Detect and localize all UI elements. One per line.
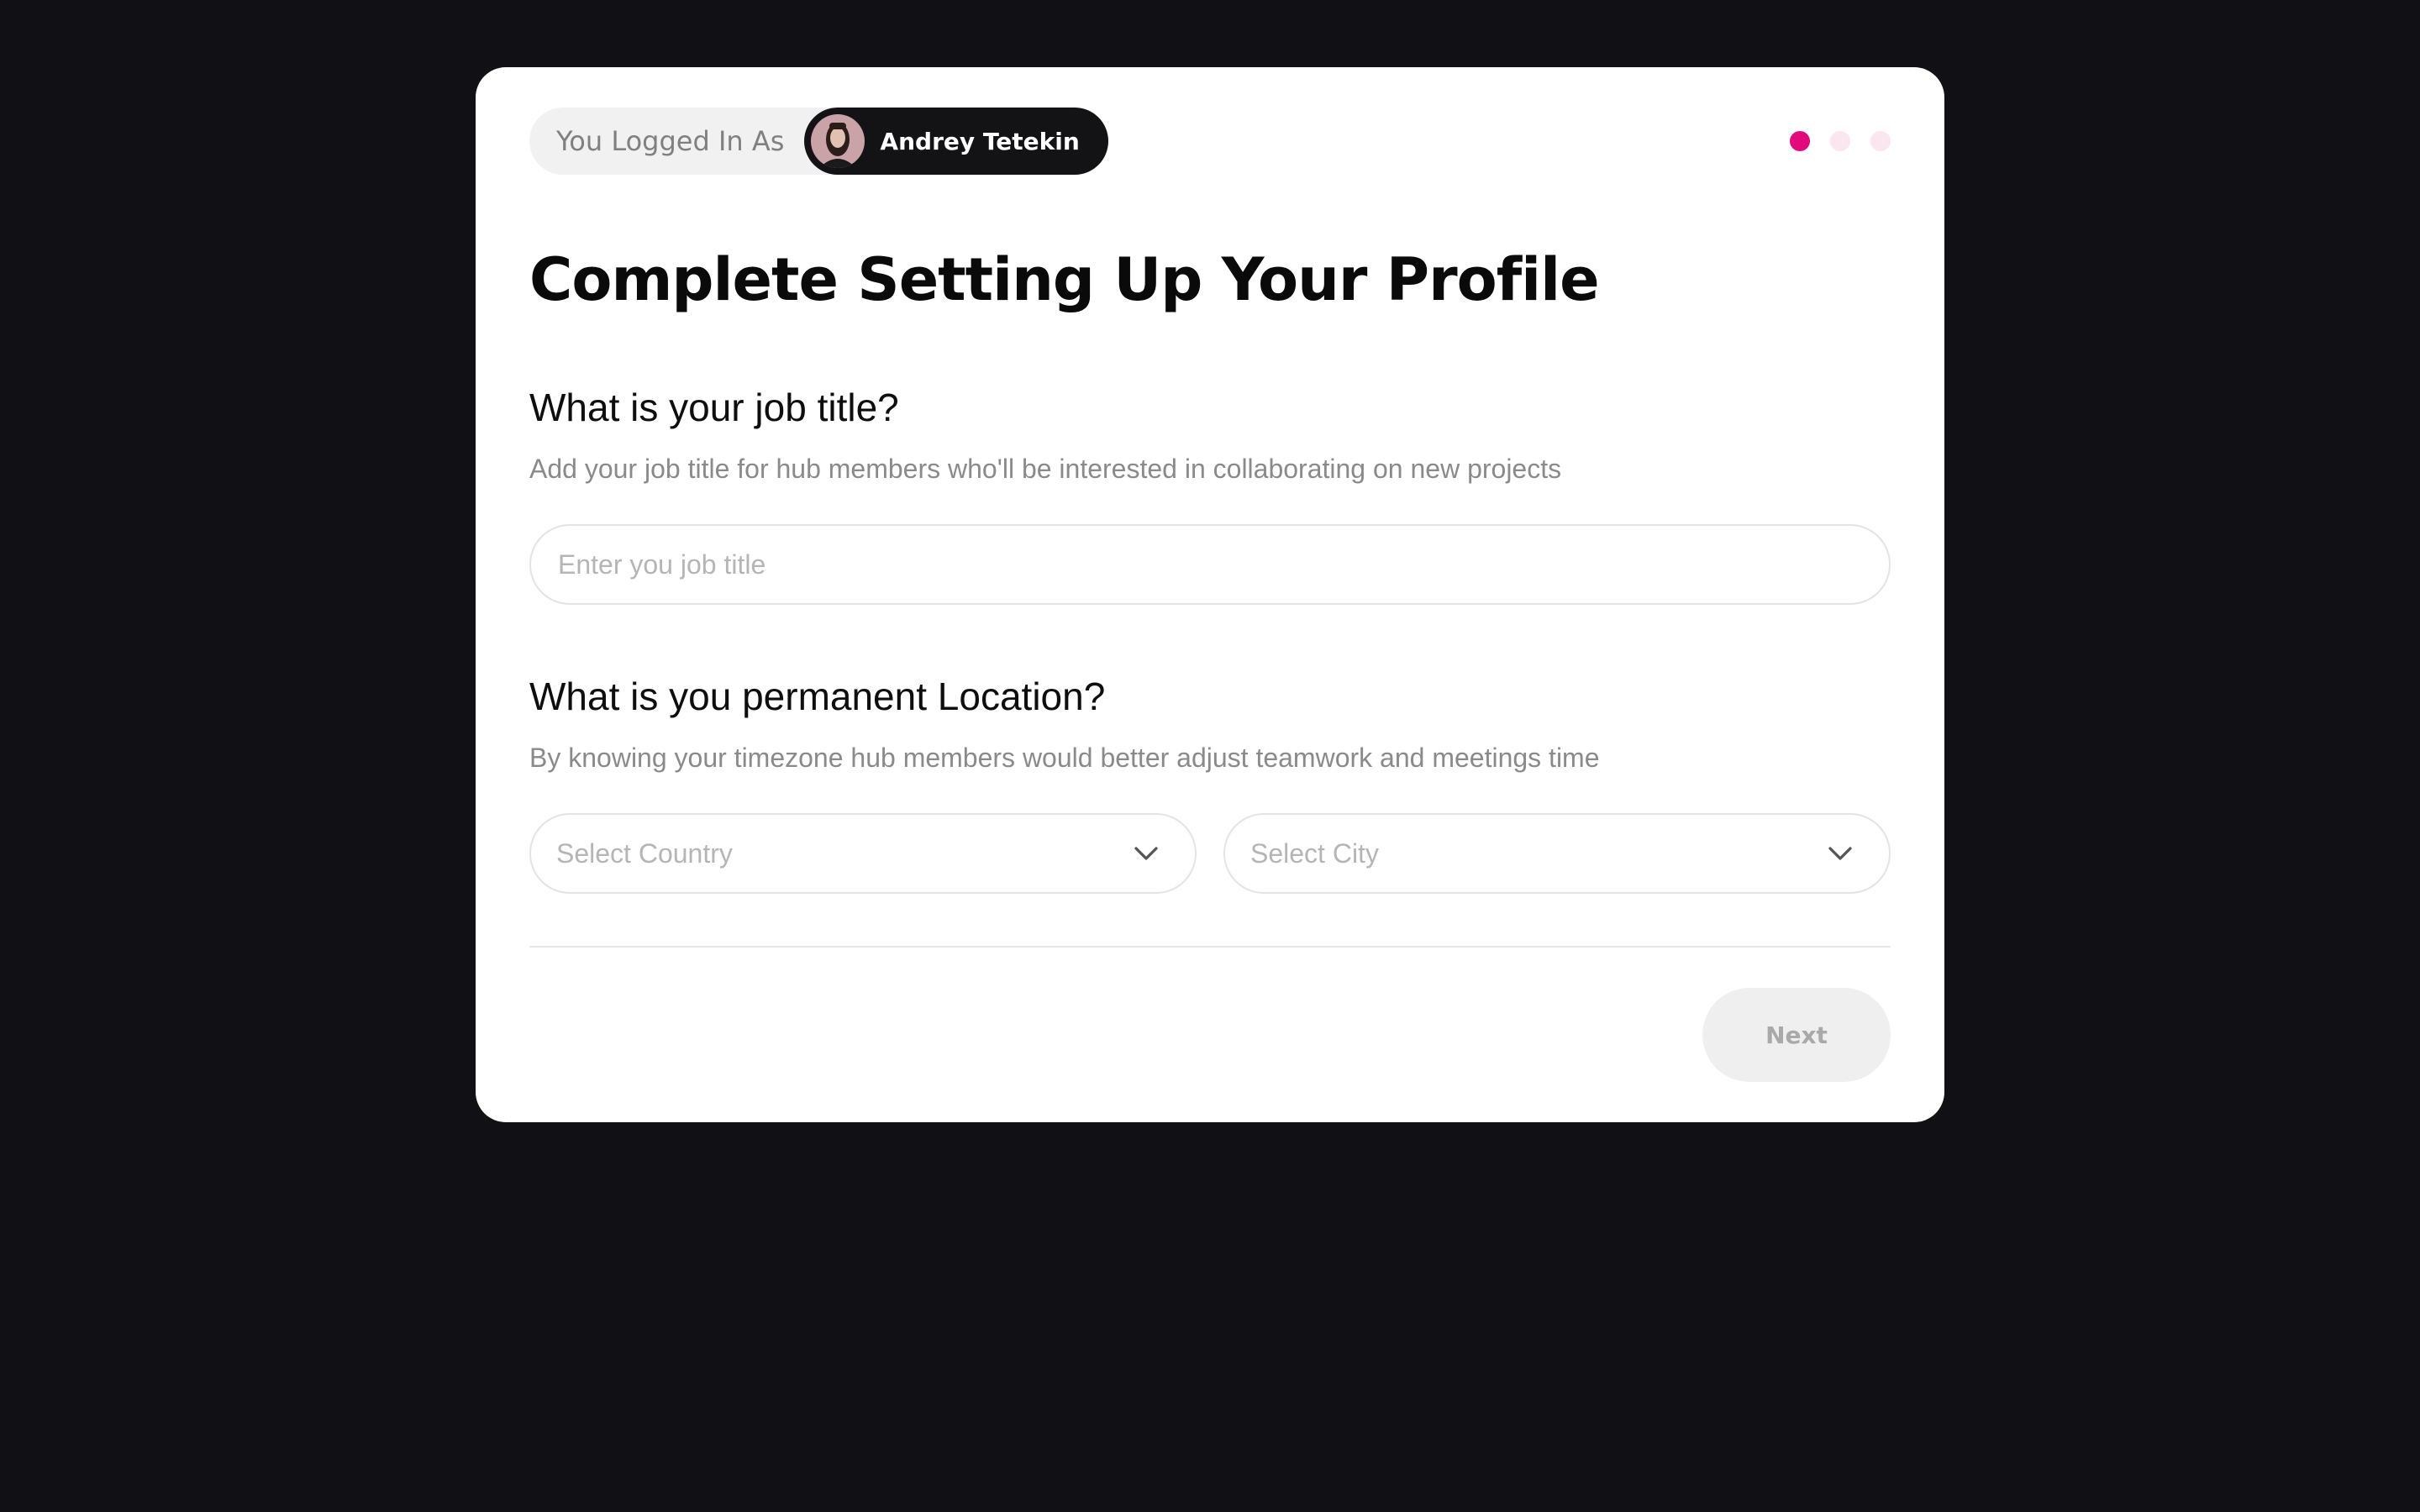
city-select-placeholder: Select City <box>1250 837 1379 869</box>
city-select[interactable]: Select City <box>1223 813 1891 894</box>
user-name: Andrey Tetekin <box>880 127 1080 155</box>
logged-in-badge: You Logged In As Andrey Tetekin <box>529 108 1108 175</box>
country-select-placeholder: Select Country <box>556 837 733 869</box>
job-title-field[interactable] <box>529 524 1891 605</box>
location-question: What is you permanent Location? <box>529 675 1106 718</box>
page-title: Complete Setting Up Your Profile <box>529 245 1600 314</box>
step-dot-1 <box>1790 131 1810 151</box>
chevron-down-icon <box>1828 847 1852 860</box>
job-title-input[interactable] <box>556 548 1864 581</box>
job-title-question: What is your job title? <box>529 386 899 429</box>
location-description: By knowing your timezone hub members wou… <box>529 743 1600 773</box>
step-indicator <box>1790 131 1891 151</box>
footer-divider <box>529 946 1891 948</box>
user-chip[interactable]: Andrey Tetekin <box>804 108 1108 175</box>
logged-in-label: You Logged In As <box>556 125 785 157</box>
avatar <box>811 114 865 168</box>
step-dot-3 <box>1870 131 1891 151</box>
country-select[interactable]: Select Country <box>529 813 1197 894</box>
step-dot-2 <box>1830 131 1850 151</box>
card-header: You Logged In As Andrey Tetekin <box>529 108 1891 175</box>
profile-setup-card: You Logged In As Andrey Tetekin Complete… <box>476 67 1944 1122</box>
chevron-down-icon <box>1134 847 1158 860</box>
next-button[interactable]: Next <box>1702 988 1891 1082</box>
job-title-description: Add your job title for hub members who'l… <box>529 454 1562 484</box>
